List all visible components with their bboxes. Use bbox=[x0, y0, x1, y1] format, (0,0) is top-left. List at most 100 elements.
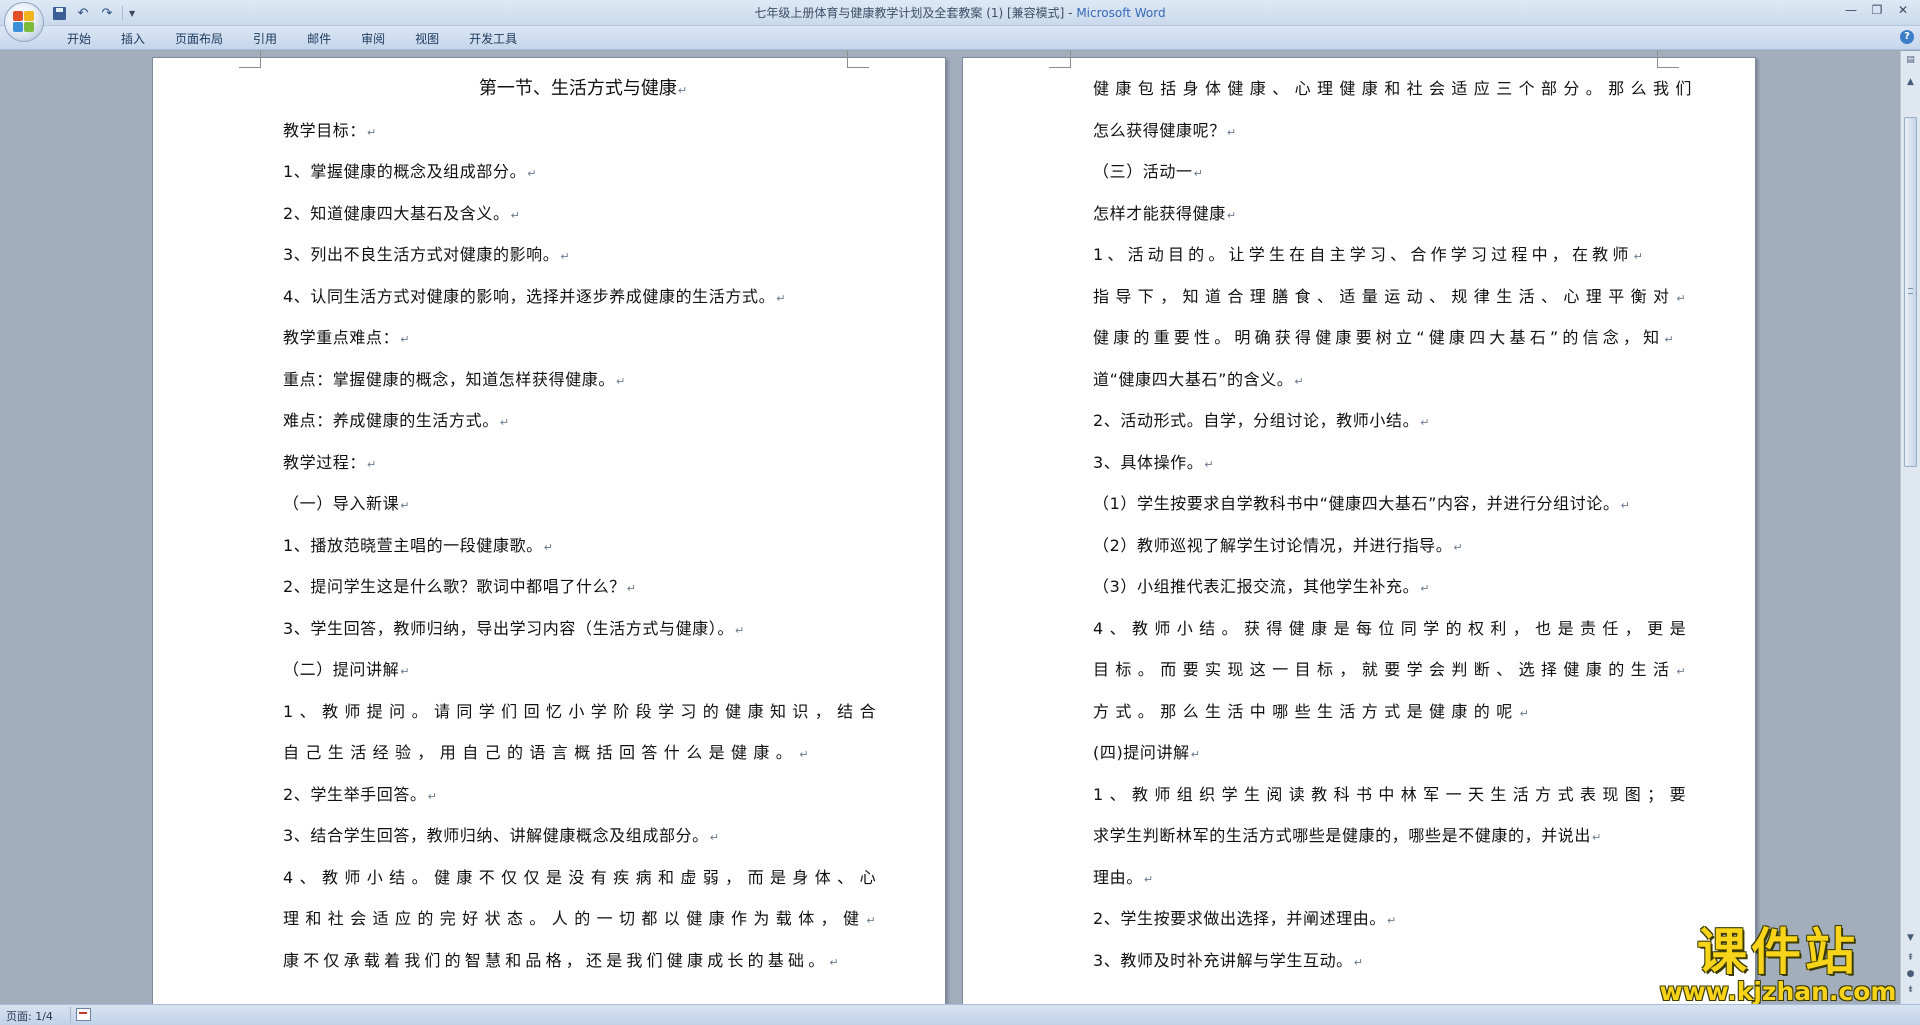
tab-page-layout[interactable]: 页面布局 bbox=[160, 29, 238, 49]
paragraph-line[interactable]: （1）学生按要求自学教科书中“健康四大基石”内容，并进行分组讨论。↵ bbox=[1093, 483, 1693, 525]
paragraph-line[interactable]: （2）教师巡视了解学生讨论情况，并进行指导。↵ bbox=[1093, 525, 1693, 567]
paragraph-line[interactable]: 自己生活经验，用自己的语言概括回答什么是健康。↵ bbox=[283, 732, 883, 774]
paragraph-line[interactable]: 1、掌握健康的概念及组成部分。↵ bbox=[283, 151, 883, 193]
paragraph-text: 求学生判断林军的生活方式哪些是健康的，哪些是不健康的，并说出 bbox=[1093, 826, 1592, 845]
paragraph-line[interactable]: 3、教师及时补充讲解与学生互动。↵ bbox=[1093, 940, 1693, 982]
paragraph-mark-icon: ↵ bbox=[799, 748, 809, 761]
previous-page-icon[interactable]: ⇞ bbox=[1903, 951, 1918, 966]
paragraph-line[interactable]: （一）导入新课↵ bbox=[283, 483, 883, 525]
crop-mark bbox=[1049, 51, 1071, 68]
scroll-down-icon[interactable]: ▼ bbox=[1903, 931, 1918, 946]
paragraph-text: 1、掌握健康的概念及组成部分。 bbox=[283, 162, 527, 181]
paragraph-line[interactable]: 健康包括身体健康、心理健康和社会适应三个部分。那么我们↵ bbox=[1093, 68, 1693, 110]
paragraph-line[interactable]: (四)提问讲解↵ bbox=[1093, 732, 1693, 774]
paragraph-mark-icon: ↵ bbox=[1519, 706, 1529, 720]
paragraph-line[interactable]: 1、播放范晓萱主唱的一段健康歌。↵ bbox=[283, 525, 883, 567]
page-left[interactable]: 第一节、生活方式与健康↵ 教学目标：↵ 1、掌握健康的概念及组成部分。↵ 2、知道健康… bbox=[152, 51, 946, 1004]
scrollbar-thumb[interactable] bbox=[1904, 117, 1917, 467]
office-button[interactable] bbox=[4, 2, 44, 42]
paragraph-line[interactable]: 怎么获得健康呢？↵ bbox=[1093, 110, 1693, 152]
watermark-logo: 课件站 www.kjzhan.com bbox=[1658, 926, 1898, 1006]
paragraph-text: 健康包括身体健康、心理健康和社会适应三个部分。那么我们 bbox=[1093, 79, 1693, 98]
paragraph-line[interactable]: 2、学生按要求做出选择，并阐述理由。↵ bbox=[1093, 898, 1693, 940]
tab-review[interactable]: 审阅 bbox=[346, 29, 400, 49]
paragraph-line[interactable]: 道“健康四大基石”的含义。↵ bbox=[1093, 359, 1693, 401]
paragraph-line[interactable]: （3）小组推代表汇报交流，其他学生补充。↵ bbox=[1093, 566, 1693, 608]
paragraph-line[interactable]: 难点：养成健康的生活方式。↵ bbox=[283, 400, 883, 442]
paragraph-line[interactable]: 健康的重要性。明确获得健康要树立“健康四大基石”的信念，知↵ bbox=[1093, 317, 1693, 359]
proofing-status-icon[interactable] bbox=[76, 1008, 91, 1021]
tab-references[interactable]: 引用 bbox=[238, 29, 292, 49]
tab-insert[interactable]: 插入 bbox=[106, 29, 160, 49]
paragraph-line[interactable]: 康不仅承载着我们的智慧和品格，还是我们健康成长的基础。↵ bbox=[283, 940, 883, 982]
paragraph-text: （2）教师巡视了解学生讨论情况，并进行指导。 bbox=[1093, 535, 1453, 555]
page-left-body[interactable]: 第一节、生活方式与健康↵ 教学目标：↵ 1、掌握健康的概念及组成部分。↵ 2、知道健康… bbox=[283, 68, 883, 981]
restore-button[interactable]: ❐ bbox=[1864, 0, 1890, 20]
paragraph-text: 难点：养成健康的生活方式。 bbox=[283, 411, 499, 430]
page-count-status[interactable]: 页面: 1/4 bbox=[6, 1008, 53, 1024]
tab-developer[interactable]: 开发工具 bbox=[454, 29, 532, 49]
window-controls: — ❐ ✕ bbox=[1838, 0, 1916, 20]
paragraph-text: 理和社会适应的完好状态。人的一切都以健康作为载体，健 bbox=[283, 909, 866, 928]
paragraph-line[interactable]: 教学过程：↵ bbox=[283, 442, 883, 484]
minimize-button[interactable]: — bbox=[1838, 0, 1864, 20]
paragraph-line[interactable]: 2、学生举手回答。↵ bbox=[283, 774, 883, 816]
tab-mailings[interactable]: 邮件 bbox=[292, 29, 346, 49]
next-page-icon[interactable]: ⇟ bbox=[1903, 983, 1918, 998]
paragraph-text: 重点：掌握健康的概念，知道怎样获得健康。 bbox=[283, 369, 616, 389]
tab-home[interactable]: 开始 bbox=[52, 29, 106, 49]
paragraph-mark-icon: ↵ bbox=[527, 167, 537, 180]
tab-view[interactable]: 视图 bbox=[400, 29, 454, 49]
help-button[interactable]: ? bbox=[1900, 30, 1914, 44]
paragraph-line[interactable]: 目标。而要实现这一目标，就要学会判断、选择健康的生活↵ bbox=[1093, 649, 1693, 691]
paragraph-line[interactable]: 求学生判断林军的生活方式哪些是健康的，哪些是不健康的，并说出↵ bbox=[1093, 815, 1693, 857]
paragraph-mark-icon: ↵ bbox=[1420, 416, 1430, 429]
paragraph-line[interactable]: 理和社会适应的完好状态。人的一切都以健康作为载体，健↵ bbox=[283, 898, 883, 940]
paragraph-line[interactable]: 3、结合学生回答，教师归纳、讲解健康概念及组成部分。↵ bbox=[283, 815, 883, 857]
paragraph-line[interactable]: 怎样才能获得健康↵ bbox=[1093, 193, 1693, 235]
paragraph-text: 目标。而要实现这一目标，就要学会判断、选择健康的生活 bbox=[1093, 660, 1676, 679]
scroll-up-icon[interactable]: ▲ bbox=[1903, 75, 1918, 90]
paragraph-mark-icon: ↵ bbox=[499, 416, 510, 429]
paragraph-text: 怎么获得健康呢？ bbox=[1093, 120, 1226, 140]
paragraph-line[interactable]: 方式。那么生活中哪些生活方式是健康的呢↵ bbox=[1093, 691, 1693, 733]
paragraph-line[interactable]: 1、活动目的。让学生在自主学习、合作学习过程中，在教师↵ bbox=[1093, 234, 1693, 276]
paragraph-line[interactable]: 4、认同生活方式对健康的影响，选择并逐步养成健康的生活方式。↵ bbox=[283, 276, 883, 318]
paragraph-mark-icon: ↵ bbox=[829, 955, 839, 969]
paragraph-line[interactable]: 1、教师提问。请同学们回忆小学阶段学习的健康知识，结合↵ bbox=[283, 691, 883, 733]
paragraph-text: 方式。那么生活中哪些生活方式是健康的呢 bbox=[1093, 701, 1519, 721]
paragraph-line[interactable]: 3、列出不良生活方式对健康的影响。↵ bbox=[283, 234, 883, 276]
app-name: Microsoft Word bbox=[1076, 6, 1166, 20]
paragraph-line[interactable]: 重点：掌握健康的概念，知道怎样获得健康。↵ bbox=[283, 359, 883, 401]
paragraph-line[interactable]: 3、具体操作。↵ bbox=[1093, 442, 1693, 484]
paragraph-mark-icon: ↵ bbox=[560, 250, 570, 263]
paragraph-mark-icon: ↵ bbox=[1664, 333, 1674, 346]
vertical-scrollbar[interactable]: ▤ ▲ ▼ ⇞ ● ⇟ bbox=[1900, 51, 1920, 1004]
paragraph-line[interactable]: （三）活动一↵ bbox=[1093, 151, 1693, 193]
paragraph-line[interactable]: 4、教师小结。健康不仅仅是没有疾病和虚弱，而是身体、心↵ bbox=[283, 857, 883, 899]
paragraph-line[interactable]: 2、知道健康四大基石及含义。↵ bbox=[283, 193, 883, 235]
paragraph-line[interactable]: 2、活动形式。自学，分组讨论，教师小结。↵ bbox=[1093, 400, 1693, 442]
paragraph-text: 2、活动形式。自学，分组讨论，教师小结。 bbox=[1093, 411, 1420, 430]
close-button[interactable]: ✕ bbox=[1890, 0, 1916, 20]
paragraph-line[interactable]: 3、学生回答，教师归纳，导出学习内容（生活方式与健康）。↵ bbox=[283, 608, 883, 650]
paragraph-text: 4、认同生活方式对健康的影响，选择并逐步养成健康的生活方式。 bbox=[283, 286, 776, 306]
paragraph-line[interactable]: （二）提问讲解↵ bbox=[283, 649, 883, 691]
paragraph-text: 康不仅承载着我们的智慧和品格，还是我们健康成长的基础。 bbox=[283, 950, 829, 970]
paragraph-text: 3、具体操作。 bbox=[1093, 452, 1204, 472]
page-right-body[interactable]: 健康包括身体健康、心理健康和社会适应三个部分。那么我们↵怎么获得健康呢？↵ （三… bbox=[1093, 68, 1693, 981]
page-right[interactable]: 健康包括身体健康、心理健康和社会适应三个部分。那么我们↵怎么获得健康呢？↵ （三… bbox=[962, 51, 1756, 1004]
paragraph-line[interactable]: 指导下，知道合理膳食、适量运动、规律生活、心理平衡对↵ bbox=[1093, 276, 1693, 318]
paragraph-line[interactable]: 1、教师组织学生阅读教科书中林军一天生活方式表现图；要↵ bbox=[1093, 774, 1693, 816]
browse-object-icon[interactable]: ● bbox=[1903, 967, 1918, 982]
paragraph-line[interactable]: 理由。↵ bbox=[1093, 857, 1693, 899]
paragraph-text: 教学重点难点： bbox=[283, 328, 400, 347]
section-heading[interactable]: 第一节、生活方式与健康↵ bbox=[283, 68, 883, 110]
ruler-toggle-icon[interactable]: ▤ bbox=[1903, 53, 1918, 68]
paragraph-line[interactable]: 2、提问学生这是什么歌？歌词中都唱了什么？↵ bbox=[283, 566, 883, 608]
paragraph-mark-icon: ↵ bbox=[400, 333, 410, 346]
paragraph-line[interactable]: 4、教师小结。获得健康是每位同学的权利，也是责任，更是↵ bbox=[1093, 608, 1693, 650]
paragraph-line[interactable]: 教学目标：↵ bbox=[283, 110, 883, 152]
document-workspace[interactable]: 第一节、生活方式与健康↵ 教学目标：↵ 1、掌握健康的概念及组成部分。↵ 2、知道健康… bbox=[0, 51, 1900, 1004]
paragraph-line[interactable]: 教学重点难点：↵ bbox=[283, 317, 883, 359]
